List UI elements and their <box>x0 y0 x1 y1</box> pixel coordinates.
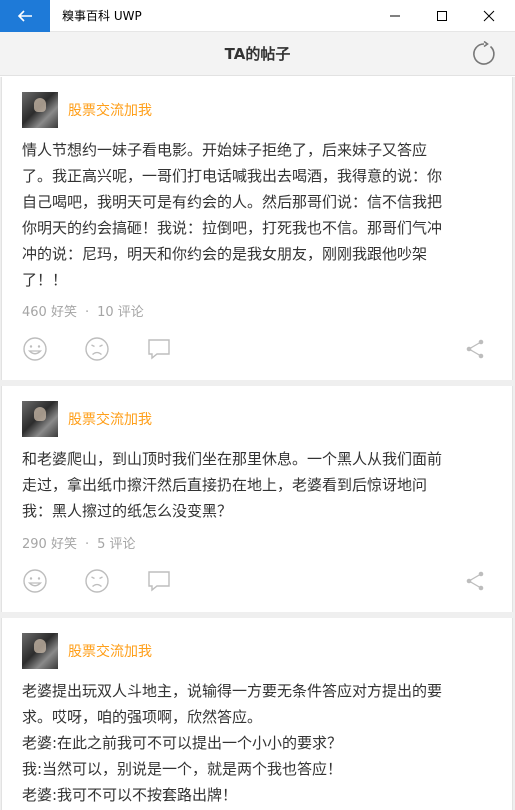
avatar[interactable] <box>22 401 58 437</box>
back-button[interactable] <box>0 0 50 32</box>
author-name[interactable]: 股票交流加我 <box>68 100 152 120</box>
post-author[interactable]: 股票交流加我 <box>22 401 152 437</box>
refresh-icon <box>473 40 495 65</box>
comment-button[interactable] <box>146 336 176 366</box>
post-author[interactable]: 股票交流加我 <box>22 92 152 128</box>
comments-count[interactable]: 5 评论 <box>97 537 135 552</box>
frown-icon <box>85 569 109 593</box>
separator-dot: · <box>84 537 90 552</box>
content-line: 老婆提出玩双人斗地主，说输得一方要无条件答应对方提出的要 <box>22 682 443 700</box>
comment-button[interactable] <box>146 568 176 598</box>
minimize-button[interactable] <box>372 0 418 32</box>
not-funny-button[interactable] <box>84 568 114 598</box>
funny-button[interactable] <box>22 568 52 598</box>
content-line: 了！！ <box>22 271 68 289</box>
content-line: 我:当然可以，别说是一个，就是两个我也答应！ <box>22 760 343 778</box>
content-line: 老婆:我可不可以不按套路出牌！ <box>22 786 238 804</box>
content-line: 老婆:在此之前我可不可以提出一个小小的要求？ <box>22 734 343 752</box>
post-content: 和老婆爬山，到山顶时我们坐在那里休息。一个黑人从我们面前 走过，拿出纸巾擦汗然后… <box>22 446 494 524</box>
share-icon <box>466 339 484 359</box>
share-button[interactable] <box>462 336 492 366</box>
minimize-icon <box>390 15 400 17</box>
refresh-button[interactable] <box>471 40 497 67</box>
content-line: 了。我正高兴呢，一哥们打电话喊我出去喝酒，我得意的说：你 <box>22 167 443 185</box>
content-line: 和老婆爬山，到山顶时我们坐在那里休息。一个黑人从我们面前 <box>22 450 443 468</box>
post-author[interactable]: 股票交流加我 <box>22 633 152 669</box>
likes-count: 290 好笑 <box>22 537 77 552</box>
post-actions <box>22 336 492 366</box>
smile-icon <box>23 337 47 361</box>
window-titlebar: 糗事百科 UWP <box>0 0 515 32</box>
comment-icon <box>148 339 170 360</box>
content-line: 你明天的约会搞砸！我说：拉倒吧，打死我也不信。那哥们气冲 <box>22 219 443 237</box>
arrow-left-icon <box>17 10 32 22</box>
content-line: 我：黑人擦过的纸怎么没变黑？ <box>22 502 233 520</box>
author-name[interactable]: 股票交流加我 <box>68 641 152 661</box>
post-card: 股票交流加我 老婆提出玩双人斗地主，说输得一方要无条件答应对方提出的要 求。哎呀… <box>1 618 513 810</box>
page-header: TA的帖子 <box>0 32 515 76</box>
content-line: 情人节想约一妹子看电影。开始妹子拒绝了，后来妹子又答应 <box>22 141 428 159</box>
close-icon <box>483 10 495 22</box>
post-feed: 股票交流加我 情人节想约一妹子看电影。开始妹子拒绝了，后来妹子又答应 了。我正高… <box>0 77 515 810</box>
post-card: 股票交流加我 和老婆爬山，到山顶时我们坐在那里休息。一个黑人从我们面前 走过，拿… <box>1 386 513 612</box>
comment-icon <box>148 571 170 592</box>
post-content: 老婆提出玩双人斗地主，说输得一方要无条件答应对方提出的要 求。哎呀，咱的强项啊，… <box>22 678 494 808</box>
smile-icon <box>23 569 47 593</box>
post-stats: 460 好笑 · 10 评论 <box>22 301 144 320</box>
avatar[interactable] <box>22 92 58 128</box>
content-line: 自己喝吧，我明天可是有约会的人。然后那哥们说：信不信我把 <box>22 193 443 211</box>
close-button[interactable] <box>466 0 512 32</box>
not-funny-button[interactable] <box>84 336 114 366</box>
funny-button[interactable] <box>22 336 52 366</box>
comments-count[interactable]: 10 评论 <box>97 305 144 320</box>
content-line: 冲的说：尼玛，明天和你约会的是我女朋友，刚刚我跟他吵架 <box>22 245 428 263</box>
separator-dot: · <box>84 305 90 320</box>
author-name[interactable]: 股票交流加我 <box>68 409 152 429</box>
maximize-icon <box>437 11 447 21</box>
post-content: 情人节想约一妹子看电影。开始妹子拒绝了，后来妹子又答应 了。我正高兴呢，一哥们打… <box>22 137 494 293</box>
content-line: 求。哎呀，咱的强项啊，欣然答应。 <box>22 708 263 726</box>
frown-icon <box>85 337 109 361</box>
content-line: 走过，拿出纸巾擦汗然后直接扔在地上，老婆看到后惊讶地问 <box>22 476 428 494</box>
window-title: 糗事百科 UWP <box>62 9 142 23</box>
avatar[interactable] <box>22 633 58 669</box>
maximize-button[interactable] <box>419 0 465 32</box>
page-title: TA的帖子 <box>224 45 291 63</box>
likes-count: 460 好笑 <box>22 305 77 320</box>
post-actions <box>22 568 492 598</box>
share-icon <box>466 571 484 591</box>
share-button[interactable] <box>462 568 492 598</box>
post-stats: 290 好笑 · 5 评论 <box>22 533 136 552</box>
post-card: 股票交流加我 情人节想约一妹子看电影。开始妹子拒绝了，后来妹子又答应 了。我正高… <box>1 77 513 380</box>
